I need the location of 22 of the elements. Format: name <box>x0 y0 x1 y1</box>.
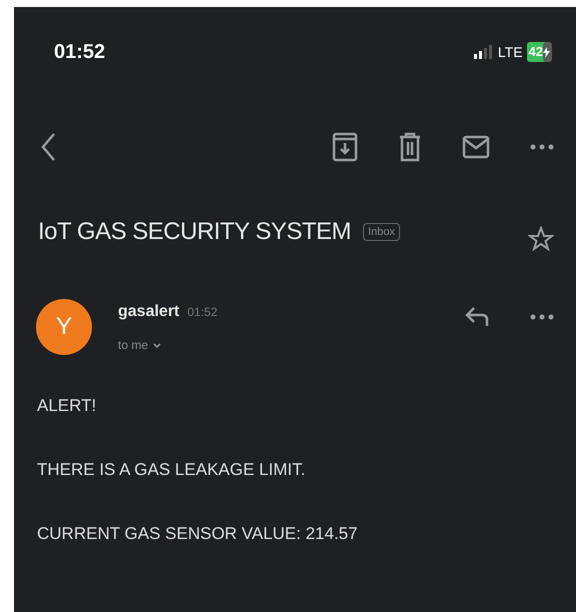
mail-icon[interactable] <box>462 135 490 159</box>
sender-avatar: Y <box>36 299 92 355</box>
reply-icon[interactable] <box>464 306 490 328</box>
chevron-down-icon <box>152 341 162 349</box>
archive-icon[interactable] <box>332 132 358 162</box>
message-text: THERE IS A GAS LEAKAGE LIMIT. <box>37 459 306 481</box>
message-text: ALERT! <box>37 395 98 417</box>
email-time: 01:52 <box>187 304 218 321</box>
message-text: CURRENT GAS SENSOR VALUE: 214.57 <box>37 523 359 545</box>
recipient-toggle[interactable]: to me <box>118 336 218 354</box>
more-icon[interactable] <box>530 314 554 320</box>
sender-name: gasalert <box>118 302 180 322</box>
charging-icon <box>543 46 550 58</box>
battery-indicator: 42 <box>526 42 552 62</box>
signal-icon <box>474 45 494 59</box>
more-icon[interactable] <box>530 144 554 150</box>
email-subject: IoT GAS SECURITY SYSTEM <box>38 217 352 247</box>
status-time: 01:52 <box>54 40 106 65</box>
inbox-label[interactable]: Inbox <box>363 222 400 242</box>
trash-icon[interactable] <box>398 132 422 162</box>
network-label: LTE <box>498 42 523 62</box>
star-button[interactable] <box>528 226 554 252</box>
